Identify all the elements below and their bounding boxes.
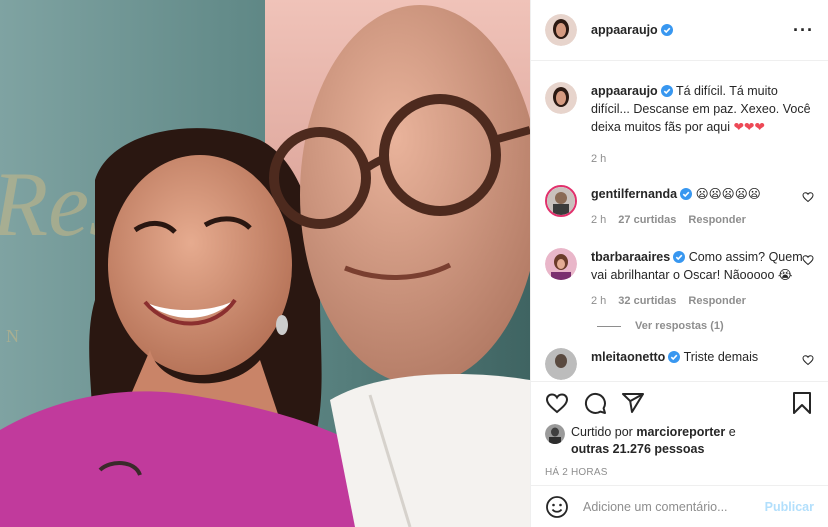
comment-username[interactable]: gentilfernanda (591, 187, 677, 201)
verified-badge-icon (660, 85, 673, 97)
likes-count[interactable]: outras 21.276 pessoas (571, 442, 704, 456)
comment-avatar[interactable] (545, 185, 577, 217)
comment-icon[interactable] (583, 391, 607, 415)
action-bar (545, 382, 814, 424)
comment-item: tbarbaraaires Como assim? Quem vai abril… (545, 248, 814, 310)
bookmark-icon[interactable] (790, 391, 814, 415)
post-photo[interactable]: Res N (0, 0, 530, 527)
view-replies-button[interactable]: Ver respostas (1) (597, 320, 814, 332)
comment-avatar[interactable] (545, 348, 577, 380)
liked-by-and: e (728, 425, 736, 439)
verified-badge-icon (673, 251, 686, 263)
liked-by-user[interactable]: marcioreporter (636, 425, 725, 439)
comment-time[interactable]: 2 h (591, 292, 606, 310)
caption-hearts: ❤❤❤ (733, 120, 765, 134)
view-replies-label: Ver respostas (1) (635, 320, 724, 332)
reply-button[interactable]: Responder (688, 211, 745, 229)
comment-composer: Publicar (531, 485, 828, 527)
heart-icon[interactable] (545, 391, 569, 415)
post-actions: Curtido por marcioreporter e outras 21.2… (531, 381, 828, 478)
post-header: appaaraujo ··· (531, 0, 828, 61)
comment-input[interactable] (583, 499, 765, 514)
caption-avatar[interactable] (545, 82, 577, 114)
comment-text: 😦😦😦😦😦 (695, 187, 761, 201)
comment-likes[interactable]: 32 curtidas (618, 292, 676, 310)
post-side-panel: appaaraujo ··· appaaraujo Tá difícil. Tá… (530, 0, 828, 527)
comment-time[interactable]: 2 h (591, 211, 606, 229)
verified-badge-icon (680, 188, 693, 200)
comments-list[interactable]: appaaraujo Tá difícil. Tá muito difícil.… (531, 62, 828, 380)
publish-button[interactable]: Publicar (765, 500, 814, 514)
posted-time[interactable]: HÁ 2 HORAS (545, 467, 814, 478)
like-comment-icon[interactable] (802, 254, 814, 266)
liker-avatar[interactable] (545, 424, 565, 444)
like-comment-icon[interactable] (802, 191, 814, 203)
caption-username[interactable]: appaaraujo (591, 84, 658, 98)
like-comment-icon[interactable] (802, 354, 814, 366)
caption-time[interactable]: 2 h (591, 150, 606, 168)
verified-badge-icon (668, 351, 681, 363)
comment-username[interactable]: mleitaonetto (591, 350, 665, 364)
selfie-image: Res N (0, 0, 530, 527)
share-icon[interactable] (621, 391, 645, 415)
author-avatar[interactable] (545, 14, 577, 46)
reply-button[interactable]: Responder (688, 292, 745, 310)
replies-divider (597, 325, 621, 327)
comment-likes[interactable]: 27 curtidas (618, 211, 676, 229)
emoji-icon[interactable] (545, 495, 569, 519)
comment-item: gentilfernanda 😦😦😦😦😦 2 h 27 curtidas Res… (545, 185, 814, 229)
comment-item: mleitaonetto Triste demais (545, 348, 814, 380)
comment-text: Triste demais (683, 350, 759, 364)
comment-avatar[interactable] (545, 248, 577, 280)
comment-username[interactable]: tbarbaraaires (591, 250, 670, 264)
verified-badge-icon (660, 24, 673, 36)
liked-by-prefix: Curtido por (571, 425, 633, 439)
author-username[interactable]: appaaraujo (591, 23, 658, 37)
more-options-icon[interactable]: ··· (793, 21, 814, 39)
svg-text:N: N (6, 326, 19, 346)
instagram-post-dialog: Res N appaaraujo ··· appaaraujo Tá difíc… (0, 0, 828, 527)
likes-summary: Curtido por marcioreporter e outras 21.2… (545, 424, 814, 458)
caption: appaaraujo Tá difícil. Tá muito difícil.… (545, 82, 814, 168)
